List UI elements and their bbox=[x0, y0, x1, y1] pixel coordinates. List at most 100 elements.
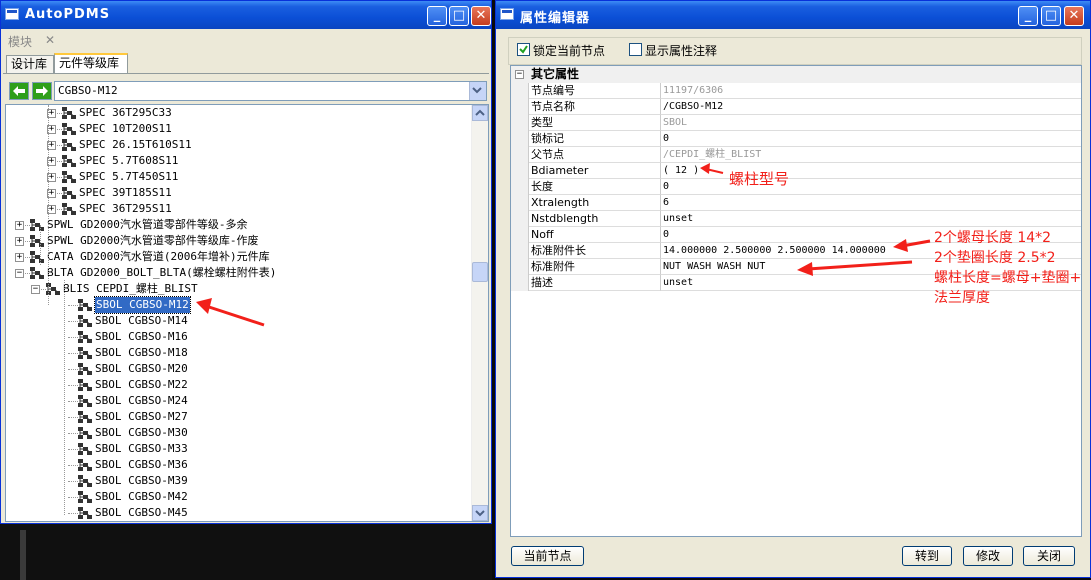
tree-node[interactable]: + SPEC 5.7T450S11 bbox=[6, 169, 466, 185]
maximize-button[interactable]: □ bbox=[1041, 6, 1061, 26]
tree-node-label: BLTA GD2000_BOLT_BLTA(螺栓螺柱附件表) bbox=[47, 266, 277, 279]
tree-node[interactable]: SBOL CGBSO-M18 bbox=[6, 345, 466, 361]
scroll-down-button[interactable] bbox=[472, 505, 488, 521]
background-panel-edge bbox=[20, 530, 26, 580]
back-button[interactable] bbox=[9, 82, 29, 100]
tree-node-label: CATA GD2000汽水管道(2006年增补)元件库 bbox=[47, 250, 270, 263]
property-value[interactable]: SBOL bbox=[661, 115, 1081, 131]
tree-node[interactable]: SBOL CGBSO-M24 bbox=[6, 393, 466, 409]
property-editor-titlebar[interactable]: 属性编辑器 _ □ ✕ bbox=[496, 1, 1090, 29]
autopdms-titlebar[interactable]: AutoPDMS _ □ ✕ bbox=[1, 1, 491, 29]
tab-component-library[interactable]: 元件等级库 bbox=[54, 53, 128, 73]
tree-node[interactable]: + SPEC 10T200S11 bbox=[6, 121, 466, 137]
tree-node[interactable]: + SPEC 26.15T610S11 bbox=[6, 137, 466, 153]
hierarchy-node-icon bbox=[61, 154, 77, 168]
hierarchy-node-icon bbox=[77, 394, 93, 408]
collapse-icon[interactable]: − bbox=[515, 70, 524, 79]
property-editor-title: 属性编辑器 bbox=[520, 11, 591, 26]
tree-node[interactable]: + SPEC 36T295C33 bbox=[6, 105, 466, 121]
collapse-icon[interactable]: − bbox=[15, 269, 24, 278]
tree-node[interactable]: SBOL CGBSO-M39 bbox=[6, 473, 466, 489]
property-row[interactable]: 锁标记 0 bbox=[511, 131, 1081, 147]
expand-icon[interactable]: + bbox=[15, 253, 24, 262]
tree-node[interactable]: + SPEC 36T295S11 bbox=[6, 201, 466, 217]
background-panel bbox=[0, 524, 492, 580]
node-combo[interactable]: CGBSO-M12 bbox=[54, 81, 487, 101]
component-tree[interactable]: + SPEC 36T295C33 + SPEC 10T200S11 + SPEC 26.1… bbox=[5, 104, 489, 522]
hierarchy-node-icon bbox=[61, 202, 77, 216]
close-button[interactable]: ✕ bbox=[1064, 6, 1084, 26]
show-comment-checkbox[interactable] bbox=[629, 43, 642, 56]
close-button[interactable]: ✕ bbox=[471, 6, 491, 26]
close-dialog-button[interactable]: 关闭 bbox=[1023, 546, 1075, 566]
hierarchy-node-icon bbox=[77, 442, 93, 456]
tree-node[interactable]: + SPEC 5.7T608S11 bbox=[6, 153, 466, 169]
hierarchy-node-icon bbox=[77, 490, 93, 504]
current-node-button[interactable]: 当前节点 bbox=[511, 546, 584, 566]
property-key: Xtralength bbox=[529, 195, 661, 211]
property-key: 标准附件长 bbox=[529, 243, 661, 259]
scroll-up-button[interactable] bbox=[472, 105, 488, 121]
minimize-button[interactable]: _ bbox=[1018, 6, 1038, 26]
tree-node[interactable]: + SPEC 39T185S11 bbox=[6, 185, 466, 201]
tree-node-label: SBOL CGBSO-M45 bbox=[95, 506, 188, 519]
tree-node[interactable]: SBOL CGBSO-M42 bbox=[6, 489, 466, 505]
tree-node[interactable]: SBOL CGBSO-M45 bbox=[6, 505, 466, 521]
property-row[interactable]: 节点编号 11197/6306 bbox=[511, 83, 1081, 99]
tree-node[interactable]: SBOL CGBSO-M14 bbox=[6, 313, 466, 329]
tree-node[interactable]: + SPWL GD2000汽水管道零部件等级库-作废 bbox=[6, 233, 466, 249]
lock-node-checkbox[interactable] bbox=[517, 43, 530, 56]
property-value[interactable]: 0 bbox=[661, 131, 1081, 147]
annotation-bolt-type: 螺柱型号 bbox=[729, 170, 790, 188]
tree-node-label: SBOL CGBSO-M33 bbox=[95, 442, 188, 455]
property-value[interactable]: 11197/6306 bbox=[661, 83, 1081, 99]
scroll-thumb[interactable] bbox=[472, 262, 488, 282]
expand-icon[interactable]: + bbox=[15, 237, 24, 246]
menu-close-icon[interactable]: ✕ bbox=[45, 33, 55, 47]
property-row[interactable]: Xtralength 6 bbox=[511, 195, 1081, 211]
tree-node[interactable]: SBOL CGBSO-M36 bbox=[6, 457, 466, 473]
tree-node[interactable]: − BLTA GD2000_BOLT_BLTA(螺栓螺柱附件表) bbox=[6, 265, 466, 281]
forward-button[interactable] bbox=[32, 82, 52, 100]
property-row[interactable]: 长度 0 bbox=[511, 179, 1081, 195]
property-value[interactable]: ( 12 ) bbox=[661, 163, 1081, 179]
tree-node[interactable]: SBOL CGBSO-M27 bbox=[6, 409, 466, 425]
tree-node[interactable]: SBOL CGBSO-M30 bbox=[6, 425, 466, 441]
tree-scrollbar[interactable] bbox=[471, 105, 488, 521]
tree-node[interactable]: + SPWL GD2000汽水管道零部件等级-多余 bbox=[6, 217, 466, 233]
tree-node[interactable]: SBOL CGBSO-M20 bbox=[6, 361, 466, 377]
expand-icon[interactable]: + bbox=[15, 221, 24, 230]
tab-design-library[interactable]: 设计库 bbox=[6, 55, 54, 73]
modify-button[interactable]: 修改 bbox=[963, 546, 1013, 566]
property-row[interactable]: 父节点/CEPDI_螺柱_BLIST bbox=[511, 147, 1081, 163]
maximize-button[interactable]: □ bbox=[449, 6, 469, 26]
menu-module[interactable]: 模块 bbox=[8, 33, 32, 50]
property-row[interactable]: Bdiameter( 12 ) bbox=[511, 163, 1081, 179]
property-grid[interactable]: − 其它属性 节点编号 11197/6306 节点名称/CGBSO-M12 类型 SBO… bbox=[510, 65, 1082, 537]
tree-node[interactable]: SBOL CGBSO-M22 bbox=[6, 377, 466, 393]
tree-node[interactable]: − BLIS CEPDI_螺柱_BLIST bbox=[6, 281, 466, 297]
minimize-button[interactable]: _ bbox=[427, 6, 447, 26]
show-comment-label: 显示属性注释 bbox=[645, 44, 718, 58]
tree-node-label: SBOL CGBSO-M12 bbox=[94, 296, 191, 314]
property-value[interactable]: 6 bbox=[661, 195, 1081, 211]
property-key: 长度 bbox=[529, 179, 661, 195]
property-value[interactable]: unset bbox=[661, 211, 1081, 227]
hierarchy-node-icon bbox=[29, 234, 45, 248]
tree-node[interactable]: SBOL CGBSO-M16 bbox=[6, 329, 466, 345]
tree-node-label: SPEC 36T295S11 bbox=[79, 202, 172, 215]
property-value[interactable]: 0 bbox=[661, 179, 1081, 195]
property-row[interactable]: 节点名称/CGBSO-M12 bbox=[511, 99, 1081, 115]
combo-dropdown-button[interactable] bbox=[469, 82, 486, 100]
goto-button[interactable]: 转到 bbox=[902, 546, 952, 566]
property-row[interactable]: Nstdblength unset bbox=[511, 211, 1081, 227]
tree-node[interactable]: + CATA GD2000汽水管道(2006年增补)元件库 bbox=[6, 249, 466, 265]
tree-node[interactable]: SBOL CGBSO-M12 bbox=[6, 296, 466, 314]
property-value[interactable]: /CEPDI_螺柱_BLIST bbox=[661, 147, 1081, 163]
property-value[interactable]: /CGBSO-M12 bbox=[661, 99, 1081, 115]
collapse-icon[interactable]: − bbox=[31, 285, 40, 294]
property-row[interactable]: 类型 SBOL bbox=[511, 115, 1081, 131]
group-header[interactable]: − 其它属性 bbox=[511, 66, 1081, 83]
app-window-icon bbox=[500, 8, 514, 20]
tree-node[interactable]: SBOL CGBSO-M33 bbox=[6, 441, 466, 457]
